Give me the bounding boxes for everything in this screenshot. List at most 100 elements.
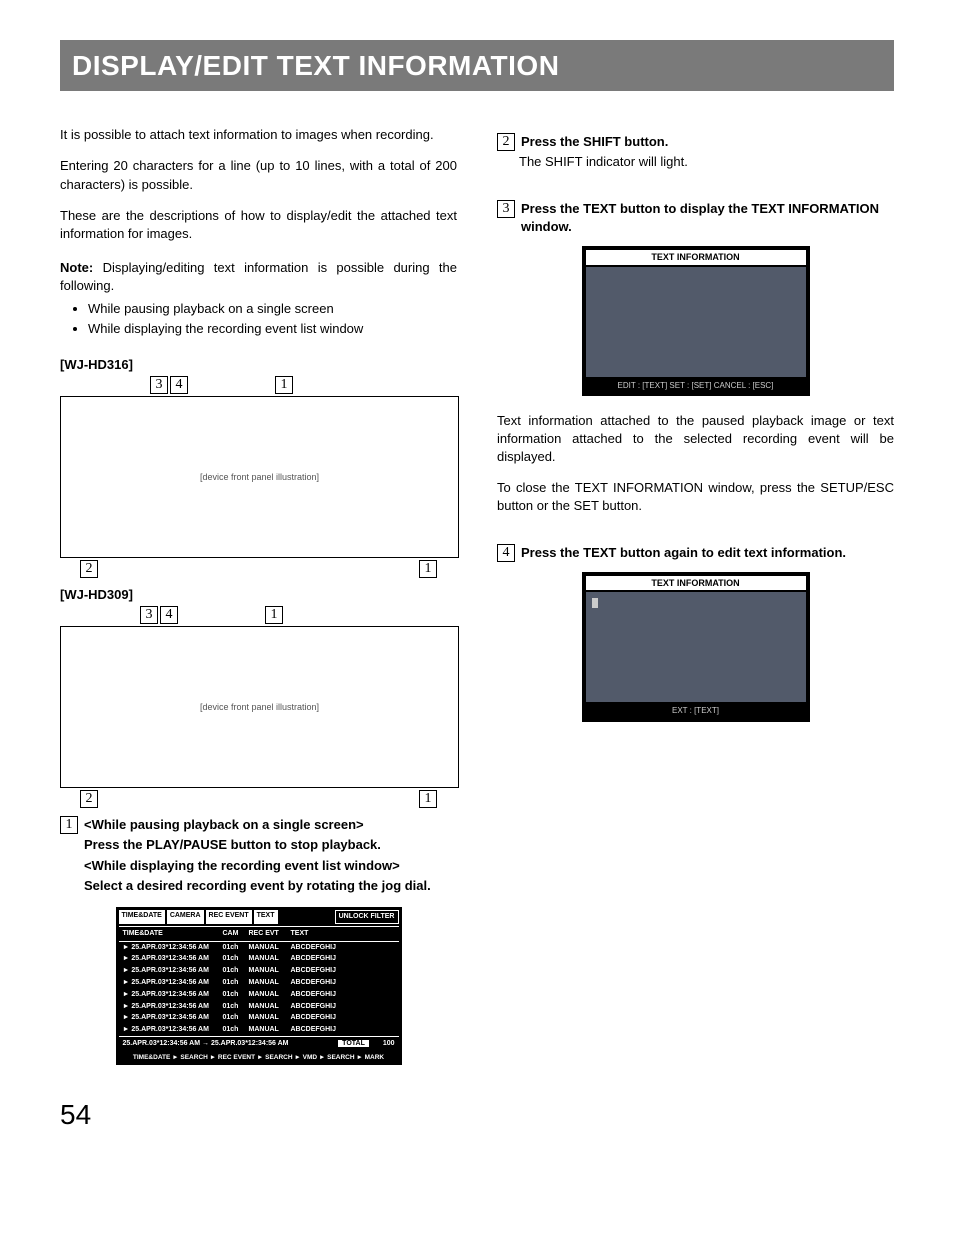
event-row: ► 25.APR.03*12:34:56 AM01chMANUALABCDEFG… — [119, 953, 399, 965]
step-4: 4 Press the TEXT button again to edit te… — [497, 544, 894, 564]
event-header: TIME&DATE — [119, 929, 223, 939]
window-title: TEXT INFORMATION — [586, 250, 806, 265]
event-footer-nav: TIME&DATE ► SEARCH ► REC EVENT ► SEARCH … — [119, 1051, 399, 1062]
event-header: TEXT — [291, 929, 399, 939]
event-cell: ► 25.APR.03*12:34:56 AM — [119, 966, 223, 976]
callout-4: 4 — [160, 606, 178, 624]
callout-1b: 1 — [419, 560, 437, 578]
event-list-window: TIME&DATE CAMERA REC EVENT TEXT UNLOCK F… — [116, 907, 402, 1065]
event-cell: 01ch — [223, 1002, 249, 1012]
step1-line2: Press the PLAY/PAUSE button to stop play… — [84, 836, 457, 854]
callout-1b: 1 — [419, 790, 437, 808]
event-cell: ABCDEFGHIJ — [291, 1013, 399, 1023]
event-cell: ► 25.APR.03*12:34:56 AM — [119, 1013, 223, 1023]
note-text: Displaying/editing text information is p… — [60, 260, 457, 293]
event-cell: ABCDEFGHIJ — [291, 943, 399, 953]
event-cell: ► 25.APR.03*12:34:56 AM — [119, 1002, 223, 1012]
event-tab: CAMERA — [167, 910, 204, 924]
step1-line1: <While pausing playback on a single scre… — [84, 816, 457, 834]
event-cell: MANUAL — [249, 1002, 291, 1012]
step-number-3: 3 — [497, 200, 515, 218]
event-cell: ABCDEFGHIJ — [291, 990, 399, 1000]
callout-3: 3 — [150, 376, 168, 394]
event-cell: MANUAL — [249, 1025, 291, 1035]
intro-p2: Entering 20 characters for a line (up to… — [60, 157, 457, 193]
window-footer: EXT : [TEXT] — [586, 704, 806, 717]
event-cell: 01ch — [223, 943, 249, 953]
event-cell: ABCDEFGHIJ — [291, 978, 399, 988]
window-body — [586, 267, 806, 377]
event-cell: ABCDEFGHIJ — [291, 1025, 399, 1035]
event-cell: MANUAL — [249, 978, 291, 988]
event-header: CAM — [223, 929, 249, 939]
event-header-row: TIME&DATE CAM REC EVT TEXT — [119, 926, 399, 942]
event-footer-range: 25.APR.03*12:34:56 AM → 25.APR.03*12:34:… — [119, 1036, 399, 1051]
step1-line4: Select a desired recording event by rota… — [84, 877, 457, 895]
event-cell: ► 25.APR.03*12:34:56 AM — [119, 954, 223, 964]
callout-1: 1 — [265, 606, 283, 624]
callout-1: 1 — [275, 376, 293, 394]
event-row: ► 25.APR.03*12:34:56 AM01chMANUALABCDEFG… — [119, 989, 399, 1001]
note-bullet: While pausing playback on a single scree… — [88, 300, 457, 318]
event-tab: REC EVENT — [206, 910, 252, 924]
intro-p1: It is possible to attach text informatio… — [60, 126, 457, 144]
device-panel-image: [device front panel illustration] — [60, 396, 459, 558]
total-label: TOTAL — [338, 1040, 369, 1047]
step-1: 1 <While pausing playback on a single sc… — [60, 816, 457, 897]
model-label-hd316: [WJ-HD316] — [60, 356, 457, 374]
window-footer: EDIT : [TEXT] SET : [SET] CANCEL : [ESC] — [586, 379, 806, 392]
step-2: 2 Press the SHIFT button. — [497, 133, 894, 153]
step3-body1: Text information attached to the paused … — [497, 412, 894, 467]
event-row: ► 25.APR.03*12:34:56 AM01chMANUALABCDEFG… — [119, 1012, 399, 1024]
window-body — [586, 592, 806, 702]
step2-heading: Press the SHIFT button. — [521, 133, 894, 151]
event-cell: MANUAL — [249, 954, 291, 964]
step-number-2: 2 — [497, 133, 515, 151]
note-bullet: While displaying the recording event lis… — [88, 320, 457, 338]
step-3: 3 Press the TEXT button to display the T… — [497, 200, 894, 238]
event-cell: MANUAL — [249, 990, 291, 1000]
left-column: It is possible to attach text informatio… — [60, 113, 457, 1065]
event-row: ► 25.APR.03*12:34:56 AM01chMANUALABCDEFG… — [119, 965, 399, 977]
step1-line3: <While displaying the recording event li… — [84, 857, 457, 875]
event-row: ► 25.APR.03*12:34:56 AM01chMANUALABCDEFG… — [119, 1024, 399, 1036]
callout-2: 2 — [80, 560, 98, 578]
event-tab: TEXT — [254, 910, 278, 924]
note-label: Note: — [60, 260, 93, 275]
event-cell: 01ch — [223, 1025, 249, 1035]
callout-4: 4 — [170, 376, 188, 394]
step-number-1: 1 — [60, 816, 78, 834]
event-cell: 01ch — [223, 990, 249, 1000]
event-header: REC EVT — [249, 929, 291, 939]
event-cell: ► 25.APR.03*12:34:56 AM — [119, 978, 223, 988]
window-title: TEXT INFORMATION — [586, 576, 806, 591]
footer-range-text: 25.APR.03*12:34:56 AM → 25.APR.03*12:34:… — [123, 1039, 289, 1049]
event-row: ► 25.APR.03*12:34:56 AM01chMANUALABCDEFG… — [119, 1001, 399, 1013]
event-cell: ► 25.APR.03*12:34:56 AM — [119, 1025, 223, 1035]
event-cell: MANUAL — [249, 943, 291, 953]
event-cell: 01ch — [223, 954, 249, 964]
right-column: 2 Press the SHIFT button. The SHIFT indi… — [497, 113, 894, 1065]
event-cell: ► 25.APR.03*12:34:56 AM — [119, 943, 223, 953]
callout-2: 2 — [80, 790, 98, 808]
total-value: 100 — [383, 1040, 395, 1047]
event-tab: TIME&DATE — [119, 910, 165, 924]
device-panel-hd309: 3 4 1 [device front panel illustration] … — [60, 626, 457, 788]
page-title: DISPLAY/EDIT TEXT INFORMATION — [60, 40, 894, 91]
device-panel-hd316: 3 4 1 [device front panel illustration] … — [60, 396, 457, 558]
event-cell: MANUAL — [249, 1013, 291, 1023]
note-block: Note: Displaying/editing text informatio… — [60, 259, 457, 338]
unlock-filter: UNLOCK FILTER — [335, 910, 399, 924]
event-cell: ABCDEFGHIJ — [291, 966, 399, 976]
event-cell: 01ch — [223, 978, 249, 988]
event-cell: ABCDEFGHIJ — [291, 954, 399, 964]
callout-3: 3 — [140, 606, 158, 624]
event-row: ► 25.APR.03*12:34:56 AM01chMANUALABCDEFG… — [119, 942, 399, 954]
step-number-4: 4 — [497, 544, 515, 562]
step3-body2: To close the TEXT INFORMATION window, pr… — [497, 479, 894, 515]
step3-heading: Press the TEXT button to display the TEX… — [521, 200, 894, 236]
device-panel-image: [device front panel illustration] — [60, 626, 459, 788]
step2-body: The SHIFT indicator will light. — [519, 153, 894, 171]
step4-heading: Press the TEXT button again to edit text… — [521, 544, 894, 562]
intro-p3: These are the descriptions of how to dis… — [60, 207, 457, 243]
